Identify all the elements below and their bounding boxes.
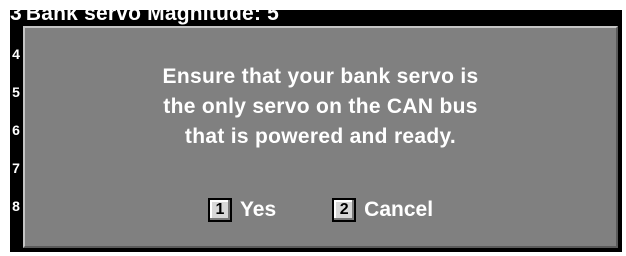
key-1-icon: 1 [207, 198, 232, 222]
dialog-message: Ensure that your bank servo is the only … [25, 62, 616, 152]
dialog-message-line: that is powered and ready. [184, 125, 457, 148]
background-menu-index: 3 [10, 10, 22, 25]
cancel-option[interactable]: 2 Cancel [332, 195, 433, 225]
cancel-label: Cancel [364, 198, 434, 221]
device-screen: 3 Bank servo Magnitude: 5 4 5 6 7 8 Ensur… [10, 10, 622, 252]
background-menu-title: 3 Bank servo Magnitude: 5 [10, 10, 279, 26]
side-number: 8 [12, 198, 20, 214]
background-menu-title-text: Bank servo Magnitude: 5 [25, 10, 280, 25]
side-number: 7 [12, 160, 20, 176]
background-menu-side-numbers: 4 5 6 7 8 [10, 34, 22, 248]
dialog-message-line: Ensure that your bank servo is [162, 65, 479, 88]
confirm-dialog: Ensure that your bank servo is the only … [23, 26, 618, 248]
side-number: 6 [12, 122, 20, 138]
yes-label: Yes [239, 198, 277, 221]
key-2-icon: 2 [332, 198, 357, 222]
yes-option[interactable]: 1 Yes [207, 195, 277, 225]
side-number: 4 [12, 46, 20, 62]
dialog-options: 1 Yes 2 Cancel [25, 195, 616, 225]
side-number: 5 [12, 84, 20, 100]
dialog-message-line: the only servo on the CAN bus [163, 95, 478, 118]
